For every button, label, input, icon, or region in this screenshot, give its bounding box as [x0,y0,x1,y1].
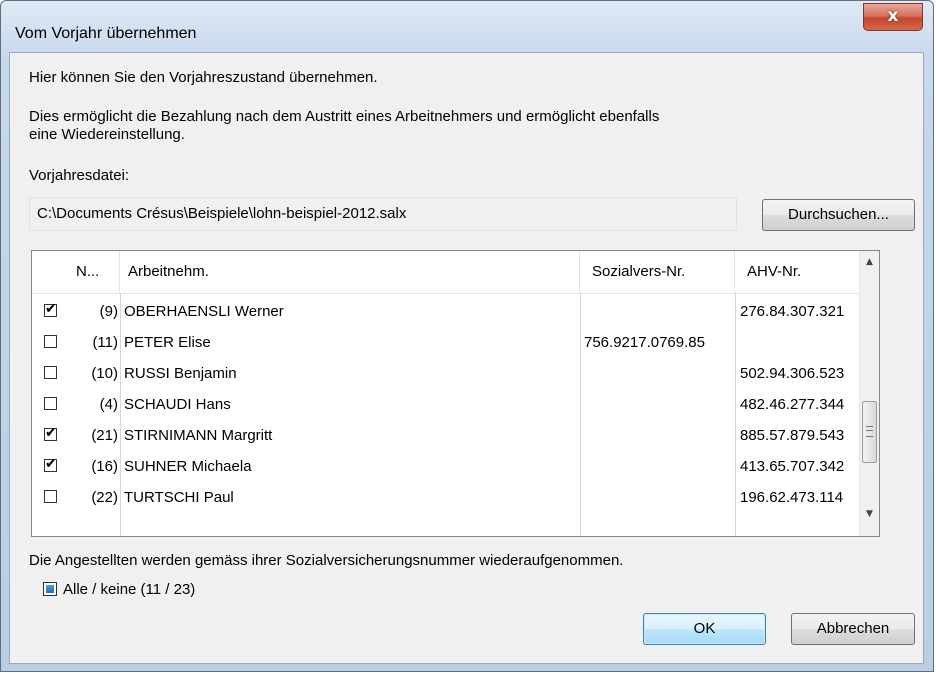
row-social-security-number [582,420,732,451]
row-ahv-number: 276.84.307.321 [740,303,845,320]
row-checkbox[interactable] [44,490,57,503]
select-all-checkbox[interactable] [43,582,57,596]
list-scrollbar[interactable]: ▲ ▼ [859,251,879,536]
list-row[interactable]: (10) RUSSI Benjamin 502.94.306.523 [32,358,861,389]
list-row[interactable]: (11) PETER Elise 756.9217.0769.85 [32,327,861,358]
employee-list[interactable]: N... Arbeitnehm. Sozialvers-Nr. AHV-Nr. … [31,250,880,537]
column-header-number[interactable]: N... [64,251,120,293]
file-path-field[interactable]: C:\Documents Crésus\Beispiele\lohn-beisp… [29,197,737,231]
row-ahv-number: 413.65.707.342 [740,458,845,475]
row-checkbox[interactable] [44,366,57,379]
list-row[interactable]: (16) SUHNER Michaela 413.65.707.342 [32,451,861,482]
file-label: Vorjahresdatei: [29,167,130,184]
scroll-up-arrow-icon[interactable]: ▲ [860,253,879,272]
row-number: (21) [91,427,118,444]
row-checkbox[interactable] [44,335,57,348]
close-icon: x [887,6,899,26]
row-employee-name: OBERHAENSLI Werner [124,303,284,320]
row-checkbox[interactable] [44,456,57,472]
row-number: (10) [91,365,118,382]
row-ahv-number: 885.57.879.543 [740,427,845,444]
row-ahv-number: 502.94.306.523 [740,365,845,382]
row-number: (11) [92,334,118,351]
scroll-down-arrow-icon[interactable]: ▼ [860,505,879,524]
row-employee-name: SUHNER Michaela [124,458,252,475]
row-number: (9) [99,303,118,320]
row-checkbox[interactable] [44,397,57,410]
info-text: Die Angestellten werden gemäss ihrer Soz… [29,552,624,569]
row-social-security-number [582,482,732,513]
grip-icon [866,426,873,437]
list-row[interactable]: (21) STIRNIMANN Margritt 885.57.879.543 [32,420,861,451]
close-button[interactable]: x [863,3,923,31]
browse-button[interactable]: Durchsuchen... [762,199,915,231]
header-checkbox-column[interactable] [32,251,64,293]
column-header-employee[interactable]: Arbeitnehm. [120,251,580,293]
ok-button[interactable]: OK [643,613,766,645]
file-path-text: C:\Documents Crésus\Beispiele\lohn-beisp… [37,205,407,222]
row-number: (16) [91,458,118,475]
row-number: (4) [99,396,118,413]
cancel-button[interactable]: Abbrechen [791,613,915,645]
title-bar[interactable]: Vom Vorjahr übernehmen x [1,1,933,53]
row-ahv-number: 482.46.277.344 [740,396,845,413]
row-number: (22) [91,489,118,506]
intro-line-1: Hier können Sie den Vorjahreszustand übe… [29,69,378,86]
row-employee-name: STIRNIMANN Margritt [124,427,273,444]
row-social-security-number [582,296,732,327]
intro-line-2: Dies ermöglicht die Bezahlung nach dem A… [29,108,660,125]
employee-list-viewport: N... Arbeitnehm. Sozialvers-Nr. AHV-Nr. … [32,251,861,536]
list-row[interactable]: (9) OBERHAENSLI Werner 276.84.307.321 [32,296,861,327]
list-row[interactable]: (22) TURTSCHI Paul 196.62.473.114 [32,482,861,513]
window-title: Vom Vorjahr übernehmen [15,25,197,42]
row-employee-name: TURTSCHI Paul [124,489,234,506]
intro-line-3: eine Wiedereinstellung. [29,126,185,143]
row-social-security-number [582,358,732,389]
row-checkbox[interactable] [44,425,57,441]
row-ahv-number: 196.62.473.114 [740,489,844,506]
row-social-security-number: 756.9217.0769.85 [584,334,705,351]
row-social-security-number [582,451,732,482]
row-ahv-number [737,327,861,358]
column-header-social-security[interactable]: Sozialvers-Nr. [580,251,735,293]
row-social-security-number [582,389,732,420]
row-employee-name: RUSSI Benjamin [124,365,237,382]
scrollbar-thumb[interactable] [862,401,877,463]
list-row[interactable]: (4) SCHAUDI Hans 482.46.277.344 [32,389,861,420]
row-employee-name: PETER Elise [124,334,211,351]
list-header: N... Arbeitnehm. Sozialvers-Nr. AHV-Nr. [32,251,861,294]
row-checkbox[interactable] [44,301,57,317]
column-header-ahv[interactable]: AHV-Nr. [735,251,861,293]
row-employee-name: SCHAUDI Hans [124,396,231,413]
select-all-label[interactable]: Alle / keine (11 / 23) [63,581,195,598]
